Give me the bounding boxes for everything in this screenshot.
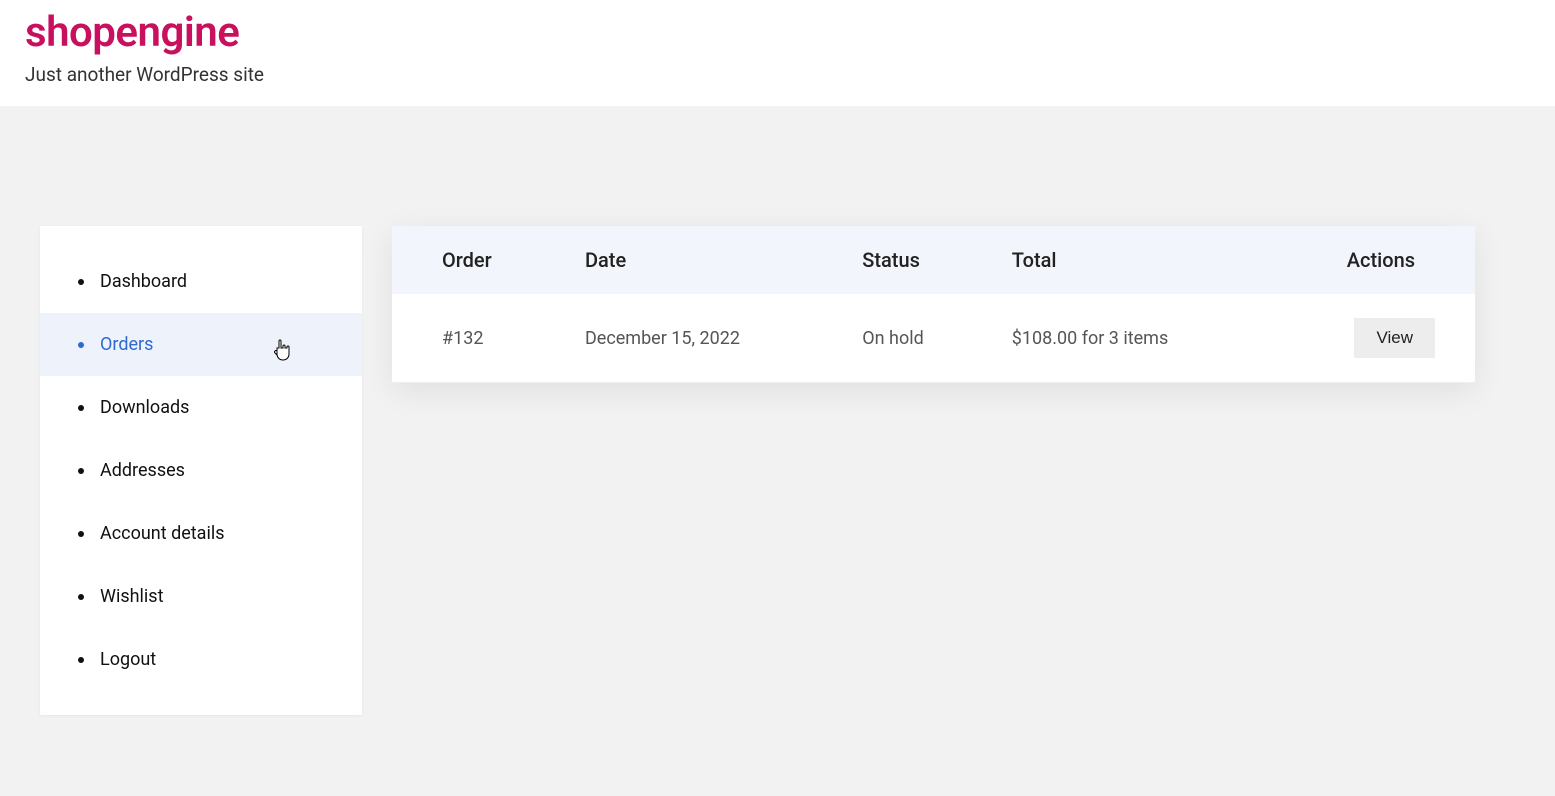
account-sidebar: Dashboard Orders Downloads Addresses Acc… — [40, 226, 362, 715]
cell-total: $108.00 for 3 items — [988, 294, 1267, 383]
sidebar-item-label: Account details — [100, 523, 225, 544]
cell-status: On hold — [838, 294, 988, 383]
content-area: Dashboard Orders Downloads Addresses Acc… — [0, 106, 1555, 715]
sidebar-item-label: Dashboard — [100, 271, 187, 292]
view-button[interactable]: View — [1354, 318, 1435, 358]
sidebar-item-logout[interactable]: Logout — [40, 628, 362, 691]
table-row: #132 December 15, 2022 On hold $108.00 f… — [392, 294, 1475, 383]
orders-panel: Order Date Status Total Actions #132 Dec… — [392, 226, 1475, 383]
sidebar-item-downloads[interactable]: Downloads — [40, 376, 362, 439]
sidebar-item-dashboard[interactable]: Dashboard — [40, 250, 362, 313]
sidebar-item-label: Addresses — [100, 460, 185, 481]
col-total: Total — [988, 226, 1267, 294]
orders-table: Order Date Status Total Actions #132 Dec… — [392, 226, 1475, 383]
site-header: shopengine Just another WordPress site — [0, 0, 1555, 106]
sidebar-item-orders[interactable]: Orders — [40, 313, 362, 376]
col-order: Order — [392, 226, 561, 294]
sidebar-item-wishlist[interactable]: Wishlist — [40, 565, 362, 628]
col-actions: Actions — [1267, 226, 1475, 294]
sidebar-item-label: Orders — [100, 334, 153, 355]
sidebar-item-label: Logout — [100, 649, 156, 670]
table-header-row: Order Date Status Total Actions — [392, 226, 1475, 294]
cell-date: December 15, 2022 — [561, 294, 838, 383]
cell-actions: View — [1267, 294, 1475, 383]
cell-order[interactable]: #132 — [392, 294, 561, 383]
site-title[interactable]: shopengine — [25, 8, 1530, 57]
sidebar-item-label: Wishlist — [100, 586, 163, 607]
col-status: Status — [838, 226, 988, 294]
col-date: Date — [561, 226, 838, 294]
sidebar-item-addresses[interactable]: Addresses — [40, 439, 362, 502]
sidebar-item-account-details[interactable]: Account details — [40, 502, 362, 565]
sidebar-item-label: Downloads — [100, 397, 189, 418]
site-tagline: Just another WordPress site — [25, 63, 1530, 86]
